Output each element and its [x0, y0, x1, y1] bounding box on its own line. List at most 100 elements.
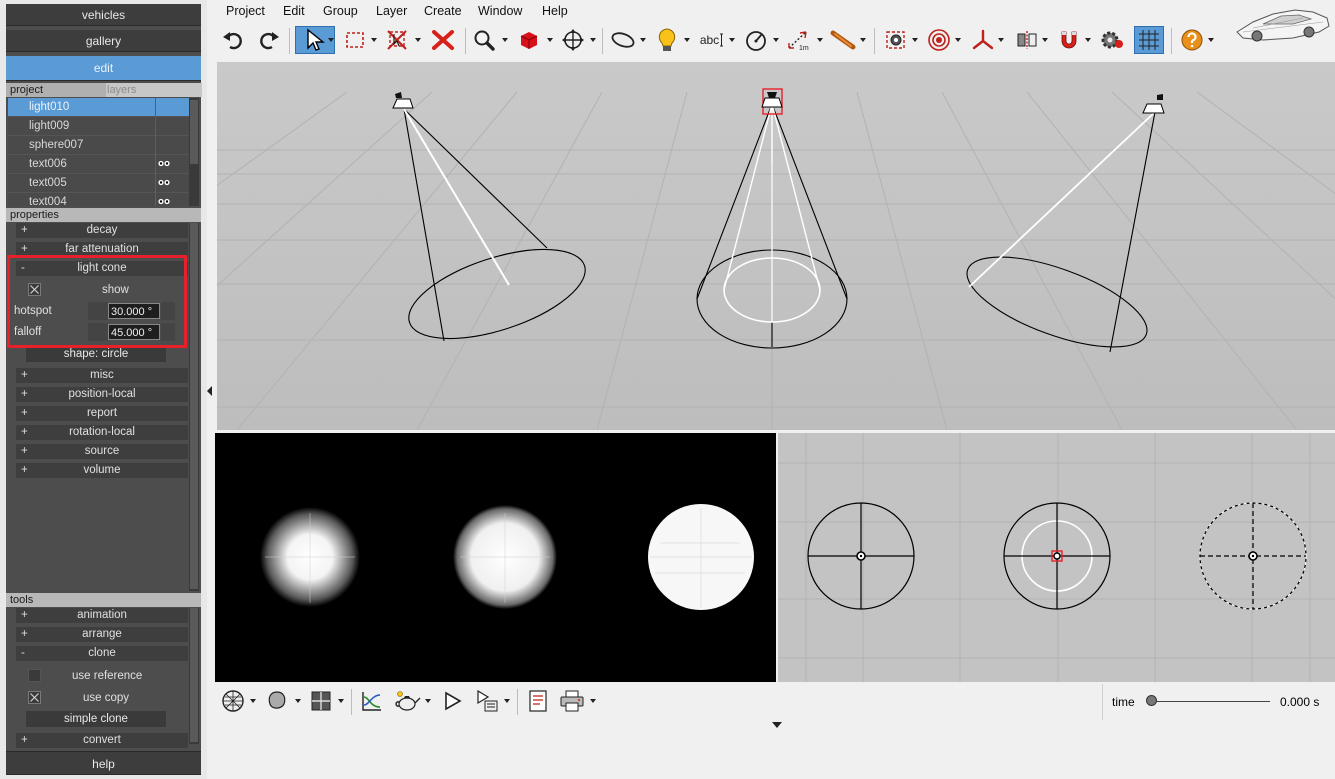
chevron-down-icon[interactable]	[684, 38, 690, 43]
visibility-cell[interactable]	[155, 117, 192, 136]
glasses-icon[interactable]	[158, 160, 170, 167]
list-item-text004[interactable]: text004	[8, 193, 192, 206]
chevron-down-icon[interactable]	[504, 699, 510, 704]
chevron-down-icon[interactable]	[590, 38, 596, 43]
menu-group[interactable]: Group	[323, 4, 358, 18]
layout-button[interactable]	[307, 687, 335, 715]
chevron-down-icon[interactable]	[817, 38, 823, 43]
visibility-cell[interactable]	[155, 136, 192, 155]
chevron-down-icon[interactable]	[1085, 38, 1091, 43]
undo-button[interactable]	[219, 26, 247, 54]
time-slider-track[interactable]	[1150, 701, 1270, 702]
create-text-button[interactable]: abc	[696, 26, 728, 54]
chevron-down-icon[interactable]	[250, 699, 256, 704]
list-item-text006[interactable]: text006	[8, 155, 192, 174]
mirror-button[interactable]	[1013, 26, 1041, 54]
menu-layer[interactable]: Layer	[376, 4, 407, 18]
chevron-down-icon[interactable]	[338, 699, 344, 704]
graph-editor-button[interactable]	[358, 687, 386, 715]
settings-button[interactable]	[1099, 26, 1127, 54]
menu-create[interactable]: Create	[424, 4, 462, 18]
position-local-section[interactable]: + position-local	[16, 387, 188, 402]
scroll-thumb[interactable]	[190, 223, 198, 589]
render-preview-viewport[interactable]	[215, 433, 776, 682]
rectangle-select-button[interactable]	[341, 26, 369, 54]
use-reference-checkbox[interactable]	[28, 669, 41, 682]
chevron-down-icon[interactable]	[1042, 38, 1048, 43]
deselect-button[interactable]	[383, 26, 411, 54]
wireframe-sphere-button[interactable]	[219, 687, 247, 715]
time-slider-thumb[interactable]	[1146, 695, 1157, 706]
arrange-section[interactable]: + arrange	[16, 627, 188, 642]
gallery-button[interactable]: gallery	[6, 30, 201, 52]
create-ellipse-button[interactable]	[609, 26, 637, 54]
visibility-cell[interactable]	[155, 98, 192, 117]
chevron-down-icon[interactable]	[773, 38, 779, 43]
render-queue-button[interactable]	[473, 687, 501, 715]
chevron-down-icon[interactable]	[729, 38, 735, 43]
glasses-icon[interactable]	[158, 198, 170, 205]
chevron-down-icon[interactable]	[590, 699, 596, 704]
snap-points-button[interactable]	[925, 26, 953, 54]
distance-measure-button[interactable]: 1m	[785, 26, 813, 54]
snap-box-button[interactable]	[882, 26, 910, 54]
simple-clone-button[interactable]: simple clone	[26, 711, 166, 727]
sculpt-tool-button[interactable]	[829, 26, 857, 54]
chevron-down-icon[interactable]	[425, 699, 431, 704]
chevron-down-icon[interactable]	[328, 38, 334, 43]
print-button[interactable]	[558, 687, 586, 715]
report-button[interactable]	[524, 687, 552, 715]
chevron-down-icon[interactable]	[860, 38, 866, 43]
list-item-light010[interactable]: light010	[8, 98, 192, 117]
grid-toggle-button[interactable]	[1134, 26, 1164, 54]
delete-button[interactable]	[429, 26, 457, 54]
menu-project[interactable]: Project	[226, 4, 265, 18]
list-item-text005[interactable]: text005	[8, 174, 192, 193]
source-section[interactable]: + source	[16, 444, 188, 459]
glasses-icon[interactable]	[158, 179, 170, 186]
chevron-down-icon[interactable]	[912, 38, 918, 43]
menu-window[interactable]: Window	[478, 4, 522, 18]
ortho-light-2[interactable]	[1003, 502, 1111, 610]
layers-tab[interactable]: layers	[106, 83, 202, 97]
tools-scrollbar[interactable]	[189, 608, 199, 744]
zoom-button[interactable]	[470, 26, 498, 54]
animation-section[interactable]: + animation	[16, 608, 188, 623]
collapse-panel-arrow[interactable]	[207, 385, 213, 396]
decay-section[interactable]: + decay	[16, 223, 188, 238]
rotation-local-section[interactable]: + rotation-local	[16, 425, 188, 440]
project-tab[interactable]: project	[10, 83, 43, 97]
render-teapot-button[interactable]	[393, 687, 421, 715]
properties-scrollbar[interactable]	[189, 223, 199, 591]
use-copy-checkbox[interactable]	[28, 691, 41, 704]
list-item-sphere007[interactable]: sphere007	[8, 136, 192, 155]
vehicles-button[interactable]: vehicles	[6, 4, 201, 26]
ortho-light-1[interactable]	[807, 502, 915, 610]
chevron-down-icon[interactable]	[955, 38, 961, 43]
shaded-view-button[interactable]	[263, 687, 291, 715]
clone-section[interactable]: - clone	[16, 646, 188, 661]
misc-section[interactable]: + misc	[16, 368, 188, 383]
menu-edit[interactable]: Edit	[283, 4, 305, 18]
axis-button[interactable]	[969, 26, 997, 54]
list-item-light009[interactable]: light009	[8, 117, 192, 136]
report-section[interactable]: + report	[16, 406, 188, 421]
help-button-toolbar[interactable]	[1178, 26, 1206, 54]
chevron-down-icon[interactable]	[1208, 38, 1214, 43]
chevron-down-icon[interactable]	[415, 38, 421, 43]
project-list-scrollbar[interactable]	[189, 98, 199, 206]
move-tool-button[interactable]	[559, 26, 587, 54]
scroll-thumb[interactable]	[190, 608, 198, 742]
edit-button[interactable]: edit	[6, 56, 201, 81]
menu-help[interactable]: Help	[542, 4, 568, 18]
chevron-down-icon[interactable]	[640, 38, 646, 43]
chevron-down-icon[interactable]	[371, 38, 377, 43]
redo-button[interactable]	[255, 26, 283, 54]
front-ortho-viewport[interactable]	[778, 433, 1335, 682]
create-cube-button[interactable]	[515, 26, 543, 54]
help-button[interactable]: help	[6, 751, 201, 775]
volume-section[interactable]: + volume	[16, 463, 188, 478]
play-button[interactable]	[438, 687, 466, 715]
expand-panel-arrow[interactable]	[772, 722, 782, 728]
convert-section[interactable]: + convert	[16, 733, 188, 748]
